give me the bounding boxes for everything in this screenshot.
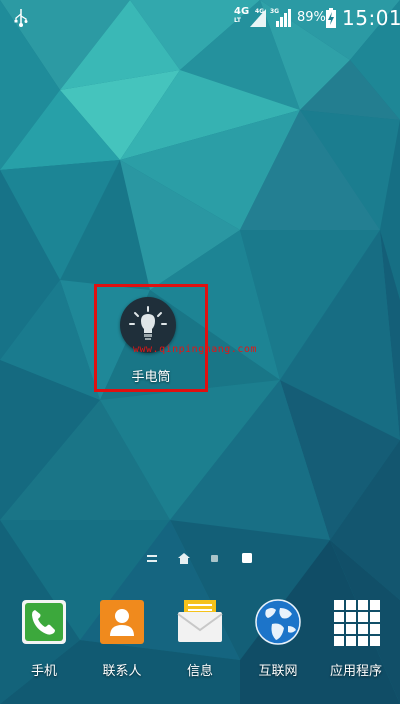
dock-item-phone[interactable]: 手机 [4, 598, 84, 679]
menu-lines-icon[interactable] [147, 555, 157, 563]
clock: 15:01 [342, 6, 400, 30]
apps-icon [332, 598, 380, 646]
battery-charging-icon [326, 8, 336, 28]
signal-icon [276, 9, 291, 27]
dock-item-apps[interactable]: 应用程序 [316, 598, 396, 679]
flashlight-app-label[interactable]: 手电筒 [94, 366, 208, 385]
dock-label-contacts: 联系人 [102, 664, 142, 679]
phone-icon [20, 598, 68, 646]
dock-label-messages: 信息 [186, 664, 213, 679]
contacts-icon [98, 598, 146, 646]
usb-icon [14, 9, 28, 27]
network-type-4g: 4G [255, 8, 265, 15]
page-dot-active-icon[interactable] [242, 553, 253, 564]
dock-label-internet: 互联网 [258, 664, 298, 679]
dock-item-messages[interactable]: 信息 [160, 598, 240, 679]
dock-label-apps: 应用程序 [329, 664, 382, 679]
battery-percent: 89% [297, 10, 326, 25]
dock-label-phone: 手机 [30, 664, 57, 679]
dock-item-contacts[interactable]: 联系人 [82, 598, 162, 679]
status-bar: 4G LT 4G 3G 89% 15:01 [0, 0, 400, 36]
page-dot-icon[interactable] [211, 555, 219, 563]
network-type-lte: 4G LT [234, 6, 250, 25]
dock-item-internet[interactable]: 互联网 [238, 598, 318, 679]
watermark: www.qinpinghang.com [133, 344, 257, 355]
internet-icon [254, 598, 302, 646]
messages-icon [176, 598, 224, 646]
page-indicator [0, 553, 400, 567]
home-icon[interactable] [178, 553, 190, 564]
